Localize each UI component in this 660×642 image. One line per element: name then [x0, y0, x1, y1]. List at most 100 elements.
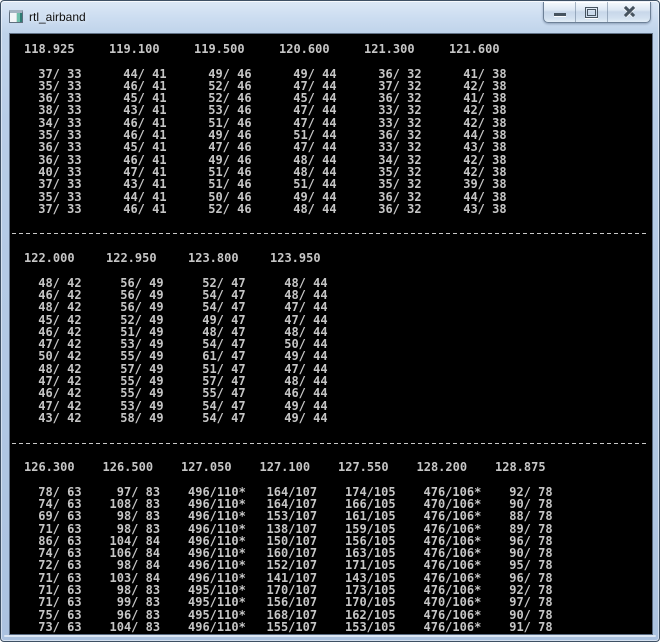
signal-noise-cell: 99/ 83	[109, 595, 161, 610]
signal-noise-cell: 47/ 44	[277, 300, 328, 315]
signal-noise-cell: 161/105	[345, 509, 396, 524]
signal-noise-cell: 43/ 38	[456, 140, 507, 155]
signal-noise-cell: 55/ 47	[195, 386, 246, 401]
signal-noise-cell: 46/ 44	[277, 386, 328, 401]
frequency-header: 126.300	[24, 460, 75, 475]
console-window-icon[interactable]	[8, 9, 24, 25]
signal-noise-cell: 71/ 63	[31, 595, 82, 610]
frequency-header: 127.100	[259, 460, 311, 475]
signal-row: 48/ 42 56/ 49 54/ 47 47/ 44	[24, 301, 652, 313]
frequency-header: 118.925	[24, 42, 75, 56]
signal-noise-cell: 55/ 49	[113, 386, 164, 401]
signal-noise-cell: 51/ 46	[201, 177, 252, 192]
maximize-square-icon	[585, 6, 598, 18]
frequency-header: 121.600	[449, 42, 500, 56]
signal-noise-cell: 496/110*	[188, 619, 246, 634]
signal-noise-cell: 49/ 44	[277, 410, 328, 425]
frequency-header: 119.100	[109, 42, 160, 56]
section-separator	[12, 437, 652, 449]
signal-noise-cell: 88/ 78	[502, 509, 553, 524]
signal-noise-cell: 104/ 83	[109, 619, 161, 634]
signal-noise-cell: 155/107	[266, 619, 318, 634]
signal-noise-cell: 496/110*	[188, 509, 246, 524]
dashed-line	[12, 442, 648, 444]
signal-noise-cell: 56/ 49	[113, 300, 164, 315]
signal-row: 45/ 42 52/ 49 49/ 47 47/ 44	[24, 314, 652, 326]
dashed-line	[12, 233, 648, 235]
signal-noise-cell: 91/ 78	[502, 619, 553, 634]
signal-noise-cell: 39/ 38	[456, 177, 507, 192]
maximize-button[interactable]	[575, 2, 607, 22]
console-window-icon-glyph	[9, 10, 23, 23]
frequency-header-row: 126.300 126.500 127.050 127.100 127.550 128.2…	[24, 461, 652, 473]
signal-row: 37/ 33 46/ 41 52/ 46 48/ 44 36/ 32 43/ 3…	[24, 203, 652, 215]
signal-row: 73/ 63 104/ 83 496/110* 155/107 153/105 476/1…	[24, 621, 652, 633]
signal-row: 72/ 63 98/ 84 496/110* 152/107 171/105 476/1…	[24, 559, 652, 571]
signal-noise-cell: 46/ 41	[116, 201, 167, 216]
signal-row: 37/ 33 43/ 41 51/ 46 51/ 44 35/ 32 39/ 3…	[24, 178, 652, 190]
signal-noise-cell: 98/ 83	[109, 509, 161, 524]
app-window: rtl_airband 118.925 119.100 119.500 120.600…	[0, 0, 660, 642]
section-separator	[12, 227, 652, 239]
frequency-header: 122.000	[24, 251, 75, 266]
signal-row: 50/ 42 55/ 49 61/ 47 49/ 44	[24, 350, 652, 362]
frequency-header: 123.800	[188, 251, 239, 266]
titlebar[interactable]: rtl_airband	[1, 1, 659, 34]
signal-noise-cell: 48/ 42	[31, 300, 82, 315]
frequency-header-row: 118.925 119.100 119.500 120.600 121.300 121.6…	[24, 43, 652, 55]
window-title: rtl_airband	[29, 10, 86, 24]
signal-noise-cell: 47/ 44	[286, 140, 337, 155]
frequency-header: 123.950	[270, 251, 321, 266]
signal-noise-cell: 170/105	[345, 595, 396, 610]
frequency-header: 120.600	[279, 42, 330, 56]
signal-noise-cell: 73/ 63	[31, 619, 82, 634]
signal-noise-cell: 476/106*	[423, 619, 482, 634]
minimize-bar-icon	[553, 13, 566, 16]
signal-row: 38/ 33 43/ 41 53/ 46 47/ 44 33/ 32 42/ 3…	[24, 104, 652, 116]
frequency-header: 121.300	[364, 42, 415, 56]
frequency-header: 126.500	[102, 460, 154, 475]
signal-row: 69/ 63 98/ 83 496/110* 153/107 161/105 476/1…	[24, 510, 652, 522]
frame-bottom-highlight	[4, 635, 656, 637]
signal-row: 35/ 33 44/ 41 50/ 46 49/ 44 36/ 32 44/ 3…	[24, 191, 652, 203]
signal-noise-cell: 54/ 47	[195, 410, 246, 425]
signal-noise-cell: 37/ 33	[31, 177, 82, 192]
frequency-header: 128.200	[416, 460, 468, 475]
signal-noise-cell: 69/ 63	[31, 509, 82, 524]
signal-noise-cell: 36/ 32	[371, 201, 422, 216]
signal-noise-cell: 48/ 44	[286, 201, 337, 216]
frequency-header: 128.875	[495, 460, 546, 475]
signal-noise-cell: 43/ 41	[116, 177, 167, 192]
minimize-button[interactable]	[544, 2, 575, 22]
signal-noise-cell: 46/ 42	[31, 386, 82, 401]
signal-noise-cell: 476/106*	[423, 509, 482, 524]
signal-noise-cell: 45/ 41	[116, 140, 167, 155]
frequency-header: 122.950	[106, 251, 157, 266]
signal-row: 36/ 33 45/ 41 47/ 46 47/ 44 33/ 32 43/ 3…	[24, 141, 652, 153]
signal-noise-cell: 156/107	[266, 595, 318, 610]
close-button[interactable]	[607, 2, 650, 22]
signal-noise-cell: 47/ 46	[201, 140, 252, 155]
signal-noise-cell: 153/107	[266, 509, 318, 524]
signal-row: 71/ 63 99/ 83 495/110* 156/107 170/105 470/1…	[24, 596, 652, 608]
signal-noise-cell: 54/ 47	[195, 300, 246, 315]
caption-buttons	[543, 2, 651, 23]
signal-noise-cell: 36/ 33	[31, 140, 82, 155]
frequency-header: 127.050	[181, 460, 232, 475]
signal-noise-cell: 51/ 44	[286, 177, 337, 192]
signal-noise-cell: 33/ 32	[371, 140, 422, 155]
signal-noise-cell: 97/ 78	[502, 595, 553, 610]
terminal-screen: 118.925 119.100 119.500 120.600 121.300 121.6…	[10, 34, 652, 634]
signal-noise-cell: 58/ 49	[113, 410, 164, 425]
close-x-icon	[623, 6, 636, 18]
signal-noise-cell: 153/105	[345, 619, 396, 634]
frequency-header-row: 122.000 122.950 123.800 123.950	[24, 252, 652, 264]
signal-noise-cell: 52/ 46	[201, 201, 252, 216]
signal-row: 46/ 42 55/ 49 55/ 47 46/ 44	[24, 387, 652, 399]
signal-noise-cell: 43/ 42	[31, 410, 82, 425]
signal-noise-cell: 495/110*	[188, 595, 246, 610]
